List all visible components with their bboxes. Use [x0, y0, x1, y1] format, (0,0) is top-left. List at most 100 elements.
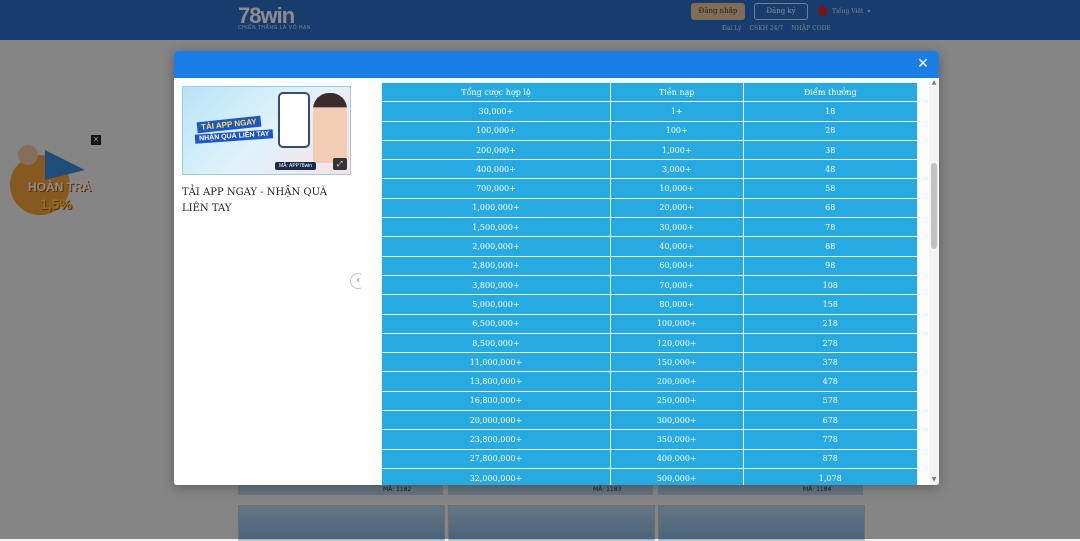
cell-deposit: 100+ [609, 120, 744, 141]
table-row: 20,000,000+ 300,000+ 678 [381, 410, 918, 431]
cell-total-bet: 100,000+ [381, 120, 611, 141]
cell-reward-points: 478 [742, 371, 918, 392]
table-row: 23,800,000+ 350,000+ 778 [381, 429, 918, 450]
cell-deposit: 400,000+ [609, 448, 744, 469]
cell-deposit: 20,000+ [609, 197, 744, 219]
promo-content: Tổng cược hợp lệ Tiền nạp Điểm thưởng 30… [361, 78, 939, 485]
cell-deposit: 10,000+ [609, 178, 744, 199]
cell-total-bet: 20,000,000+ [381, 410, 611, 431]
cell-deposit: 300,000+ [609, 410, 744, 431]
table-row: 100,000+ 100+ 28 [381, 120, 918, 141]
cell-total-bet: 700,000+ [381, 178, 611, 199]
table-row: 13,800,000+ 200,000+ 478 [381, 371, 918, 392]
cell-total-bet: 6,500,000+ [381, 313, 611, 334]
table-row: 200,000+ 1,000+ 38 [381, 139, 918, 161]
table-row: 11,000,000+ 150,000+ 378 [381, 352, 918, 373]
cell-total-bet: 2,800,000+ [381, 255, 611, 276]
table-row: 8,500,000+ 120,000+ 278 [381, 332, 918, 354]
cell-reward-points: 278 [742, 332, 918, 354]
cell-total-bet: 400,000+ [381, 159, 611, 180]
table-row: 27,800,000+ 400,000+ 878 [381, 448, 918, 469]
cell-total-bet: 8,500,000+ [381, 332, 611, 354]
promo-sidebar: TẢI APP NGAY NHẬN QUÀ LIỀN TAY MÃ: APP78… [174, 78, 361, 485]
cell-deposit: 200,000+ [609, 371, 744, 392]
promo-banner-image[interactable]: TẢI APP NGAY NHẬN QUÀ LIỀN TAY MÃ: APP78… [182, 86, 351, 175]
table-row: 6,500,000+ 100,000+ 218 [381, 313, 918, 334]
banner-code: MÃ: APP78win [275, 162, 317, 170]
cell-reward-points: 158 [742, 294, 918, 315]
cell-total-bet: 16,800,000+ [381, 390, 611, 412]
cell-total-bet: 1,500,000+ [381, 217, 611, 238]
cell-reward-points: 78 [742, 217, 918, 238]
cell-reward-points: 28 [742, 120, 918, 141]
cell-total-bet: 5,000,000+ [381, 294, 611, 315]
vertical-scrollbar[interactable]: ▲ ▼ [929, 78, 939, 485]
table-row: 2,800,000+ 60,000+ 98 [381, 255, 918, 276]
table-row: 400,000+ 3,000+ 48 [381, 159, 918, 180]
cell-reward-points: 108 [742, 274, 918, 296]
cell-deposit: 30,000+ [609, 217, 744, 238]
scrollbar-thumb[interactable] [931, 163, 937, 249]
cell-reward-points: 98 [742, 255, 918, 276]
cell-total-bet: 1,000,000+ [381, 197, 611, 219]
cell-deposit: 120,000+ [609, 332, 744, 354]
table-row: 32,000,000+ 500,000+ 1,078 [381, 467, 918, 485]
modal-header: ✕ [174, 51, 939, 78]
cell-reward-points: 18 [742, 101, 918, 122]
promotion-modal: ✕ TẢI APP NGAY NHẬN QUÀ LIỀN TAY MÃ: APP… [174, 51, 939, 485]
reward-table: Tổng cược hợp lệ Tiền nạp Điểm thưởng 30… [381, 82, 918, 485]
table-row: 5,000,000+ 80,000+ 158 [381, 294, 918, 315]
cell-reward-points: 1,078 [742, 467, 918, 485]
cell-total-bet: 27,800,000+ [381, 448, 611, 469]
table-row: 30,000+ 1+ 18 [381, 101, 918, 122]
cell-reward-points: 378 [742, 352, 918, 373]
cell-deposit: 150,000+ [609, 352, 744, 373]
cell-total-bet: 11,000,000+ [381, 352, 611, 373]
cell-total-bet: 13,800,000+ [381, 371, 611, 392]
cell-deposit: 350,000+ [609, 429, 744, 450]
cell-reward-points: 88 [742, 236, 918, 257]
cell-reward-points: 578 [742, 390, 918, 412]
cell-deposit: 500,000+ [609, 467, 744, 485]
table-header-row: Tổng cược hợp lệ Tiền nạp Điểm thưởng [381, 82, 918, 103]
column-header-total-bet: Tổng cược hợp lệ [381, 82, 611, 103]
cell-deposit: 250,000+ [609, 390, 744, 412]
cell-reward-points: 38 [742, 139, 918, 161]
cell-reward-points: 878 [742, 448, 918, 469]
cell-reward-points: 678 [742, 410, 918, 431]
table-row: 3,800,000+ 70,000+ 108 [381, 274, 918, 296]
table-row: 1,000,000+ 20,000+ 68 [381, 197, 918, 219]
cell-reward-points: 218 [742, 313, 918, 334]
cell-total-bet: 23,800,000+ [381, 429, 611, 450]
phone-illustration [278, 92, 310, 148]
close-icon[interactable]: ✕ [915, 56, 931, 72]
expand-icon[interactable]: ⤢ [333, 158, 347, 170]
cell-deposit: 40,000+ [609, 236, 744, 257]
cell-reward-points: 68 [742, 197, 918, 219]
column-header-deposit: Tiền nạp [609, 82, 744, 103]
model-illustration [313, 93, 347, 163]
cell-total-bet: 200,000+ [381, 139, 611, 161]
column-header-reward-points: Điểm thưởng [742, 82, 918, 103]
cell-total-bet: 3,800,000+ [381, 274, 611, 296]
scroll-up-icon[interactable]: ▲ [931, 80, 937, 86]
cell-deposit: 70,000+ [609, 274, 744, 296]
cell-total-bet: 32,000,000+ [381, 467, 611, 485]
cell-total-bet: 2,000,000+ [381, 236, 611, 257]
cell-reward-points: 778 [742, 429, 918, 450]
table-row: 1,500,000+ 30,000+ 78 [381, 217, 918, 238]
table-row: 16,800,000+ 250,000+ 578 [381, 390, 918, 412]
scroll-down-icon[interactable]: ▼ [931, 477, 937, 483]
cell-reward-points: 58 [742, 178, 918, 199]
cell-total-bet: 30,000+ [381, 101, 611, 122]
reward-table-container: Tổng cược hợp lệ Tiền nạp Điểm thưởng 30… [381, 82, 918, 485]
promo-title[interactable]: TẢI APP NGAY - NHẬN QUÀ LIÊN TAY [182, 185, 352, 217]
cell-deposit: 1,000+ [609, 139, 744, 161]
cell-deposit: 1+ [609, 101, 744, 122]
cell-deposit: 100,000+ [609, 313, 744, 334]
cell-deposit: 80,000+ [609, 294, 744, 315]
table-row: 700,000+ 10,000+ 58 [381, 178, 918, 199]
cell-reward-points: 48 [742, 159, 918, 180]
cell-deposit: 3,000+ [609, 159, 744, 180]
table-row: 2,000,000+ 40,000+ 88 [381, 236, 918, 257]
